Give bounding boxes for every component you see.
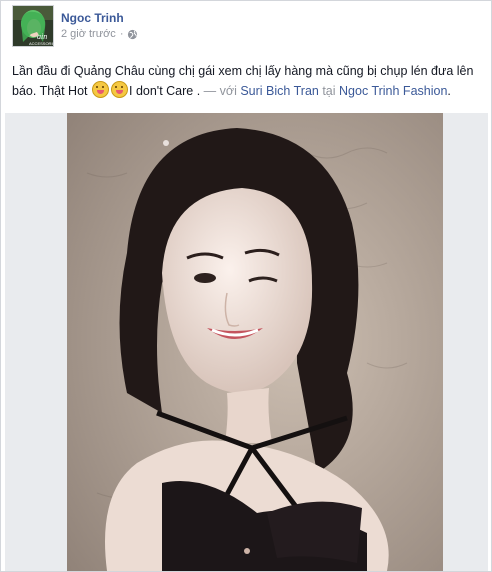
svg-text:ACCESSORIES: ACCESSORIES — [29, 41, 53, 46]
location-link[interactable]: Ngoc Trinh Fashion — [339, 84, 447, 98]
avatar-image: ain ACCESSORIES — [13, 6, 53, 46]
photo-container[interactable] — [5, 113, 488, 571]
post-meta: 2 giờ trước · — [61, 28, 138, 40]
post-photo[interactable] — [67, 113, 443, 571]
meta-separator: · — [119, 28, 124, 40]
selfie-photo-image — [67, 113, 443, 571]
post-body: Lần đầu đi Quảng Châu cùng chị gái xem c… — [12, 61, 482, 101]
post-timestamp[interactable]: 2 giờ trước — [61, 28, 116, 40]
globe-icon[interactable] — [127, 29, 138, 40]
tongue-emoji-icon — [92, 81, 109, 98]
post-card: ain ACCESSORIES Ngoc Trinh 2 giờ trước ·… — [0, 0, 492, 572]
at-prefix: tại — [318, 84, 340, 98]
author-avatar[interactable]: ain ACCESSORIES — [12, 5, 54, 47]
author-name[interactable]: Ngoc Trinh — [61, 11, 124, 25]
tagged-person-link[interactable]: Suri Bich Tran — [240, 84, 319, 98]
with-prefix: — với — [200, 84, 241, 98]
post-text-after-emoji: I don't Care . — [129, 84, 201, 98]
svg-text:ain: ain — [37, 32, 47, 41]
end-punct: . — [447, 84, 451, 98]
tongue-emoji-icon — [111, 81, 128, 98]
